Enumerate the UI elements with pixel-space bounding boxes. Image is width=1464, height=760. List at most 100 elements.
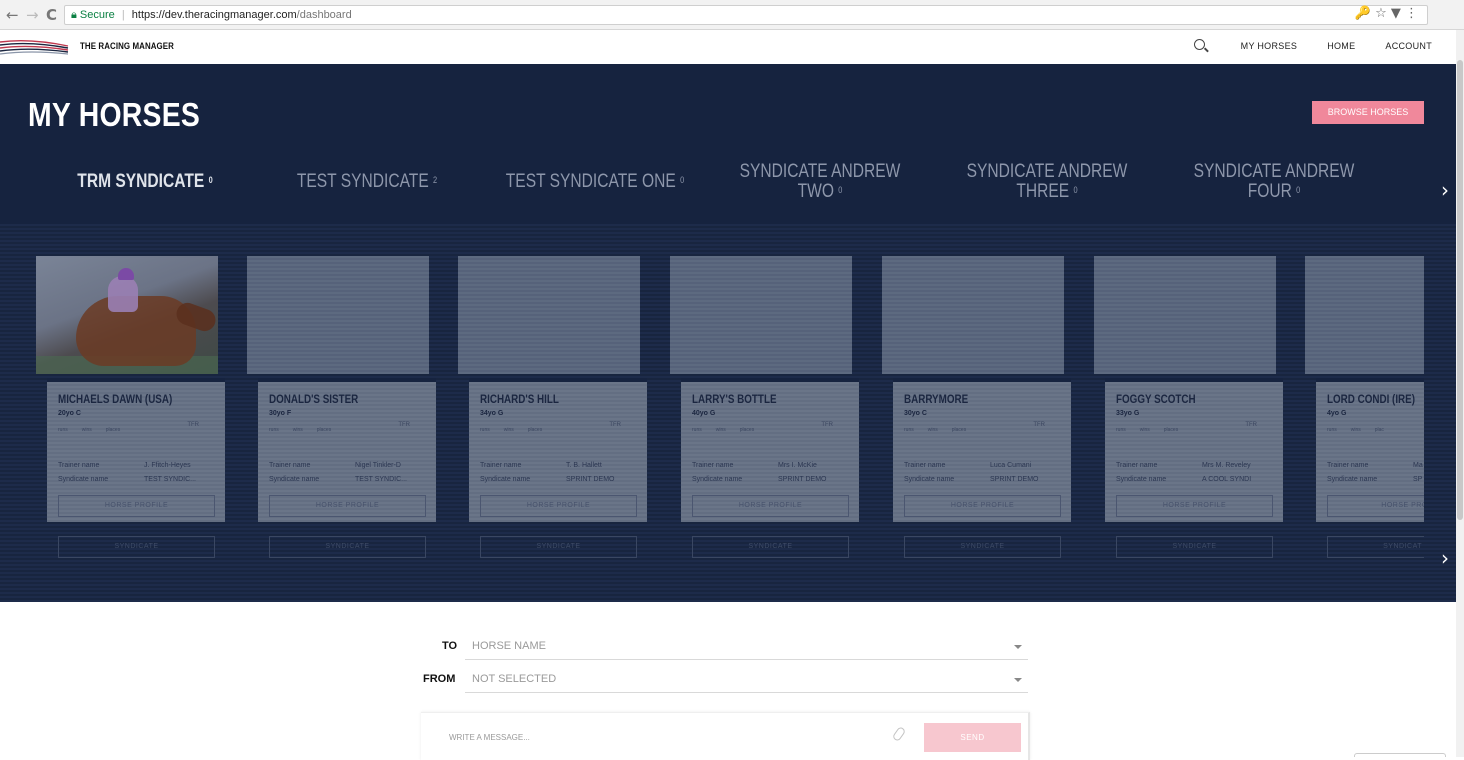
lock-icon: 🔒︎ [71, 9, 77, 21]
horse-tfr: TFR [821, 422, 833, 428]
tab-count: 0 [1296, 185, 1301, 195]
tab-count: 0 [208, 175, 213, 185]
horse-stats: runs wins places [269, 427, 332, 433]
horse-photo-placeholder[interactable] [882, 256, 1064, 374]
tabs-next-chevron-icon[interactable]: › [1441, 178, 1449, 202]
horse-card: BARRYMORE 30yo C runs wins places TFR Trai… [893, 378, 1071, 522]
trainer-row: Trainer name Luca Cumani [904, 462, 1032, 469]
tab-syndicate-andrew-four[interactable]: SYNDICATE ANDREW FOUR 0 [1188, 162, 1360, 202]
syndicate-tabs: TRM SYNDICATE 0 TEST SYNDICATE 2 TEST SY… [0, 160, 1449, 220]
page-title: MY HORSES [28, 96, 201, 133]
horse-age: 30yo C [904, 410, 927, 417]
tab-count: 2 [433, 175, 438, 185]
horse-name[interactable]: DONALD'S SISTER [269, 392, 358, 406]
horse-profile-button[interactable]: HORSE PROFILE [58, 495, 215, 517]
horse-age: 34yo G [480, 410, 504, 417]
nav-home[interactable]: HOME [1327, 41, 1355, 51]
site-logo-text[interactable]: THE RACING MANAGER [80, 41, 174, 51]
horse-name[interactable]: LORD CONDI (IRE) [1327, 392, 1415, 406]
horse-stats: runs wins places [58, 427, 121, 433]
nav-my-horses[interactable]: MY HORSES [1241, 41, 1298, 51]
nav-account[interactable]: ACCOUNT [1385, 41, 1432, 51]
tab-count: 0 [680, 175, 685, 185]
syndicate-button[interactable]: SYNDICATE [1116, 536, 1273, 558]
address-bar[interactable]: 🔒︎ Secure | https://dev.theracingmanager… [64, 5, 1428, 25]
tab-count: 0 [1073, 185, 1078, 195]
horse-photo-placeholder[interactable] [670, 256, 852, 374]
tab-syndicate-andrew-two[interactable]: SYNDICATE ANDREW TWO 0 [734, 162, 906, 202]
horse-photo[interactable] [36, 256, 218, 374]
tab-label: TRM SYNDICATE [77, 171, 205, 192]
horse-stats: runs wins places [692, 427, 755, 433]
tab-label-line1: SYNDICATE ANDREW [966, 161, 1128, 182]
tab-count: 0 [838, 185, 843, 195]
tab-label-line2: THREE [1016, 181, 1070, 202]
horse-name[interactable]: BARRYMORE [904, 392, 968, 406]
horse-profile-button[interactable]: HORSE PROFI [1327, 495, 1424, 517]
send-button[interactable]: SEND [924, 723, 1021, 752]
horse-name[interactable]: MICHAELS DAWN (USA) [58, 392, 172, 406]
syndicate-button[interactable]: SYNDICATE [692, 536, 849, 558]
logo-stripes-icon [0, 39, 69, 55]
horse-photo-placeholder[interactable] [1305, 256, 1424, 374]
horse-profile-button[interactable]: HORSE PROFILE [904, 495, 1061, 517]
from-select[interactable]: NOT SELECTED [465, 665, 1028, 693]
horse-photo-placeholder[interactable] [247, 256, 429, 374]
reload-button[interactable]: C [46, 6, 57, 24]
horse-profile-button[interactable]: HORSE PROFILE [480, 495, 637, 517]
horse-age: 30yo F [269, 410, 292, 417]
attachment-icon[interactable] [891, 725, 907, 743]
trainer-row: Trainer name Mrs I. McKie [692, 462, 817, 469]
syndicate-row: Syndicate name A COOL SYNDI [1116, 476, 1252, 483]
tab-label-line2: TWO [797, 181, 834, 202]
horse-card: DONALD'S SISTER 30yo F runs wins places TF… [258, 378, 436, 522]
tab-test-syndicate[interactable]: TEST SYNDICATE 2 [281, 172, 453, 192]
browse-horses-button[interactable]: BROWSE HORSES [1312, 101, 1424, 124]
syndicate-button[interactable]: SYNDICATE [269, 536, 426, 558]
horse-stats: runs wins places [480, 427, 543, 433]
trainer-row: Trainer name T. B. Hallett [480, 462, 602, 469]
horse-photo-placeholder[interactable] [1094, 256, 1276, 374]
horse-tfr: TFR [609, 422, 621, 428]
horse-photo-placeholder[interactable] [458, 256, 640, 374]
trainer-row: Trainer name Nigel Tinkler-D [269, 462, 401, 469]
to-select[interactable]: HORSE NAME [465, 632, 1028, 660]
search-icon[interactable] [1193, 39, 1205, 50]
forward-button[interactable]: → [26, 6, 39, 24]
tab-label-line1: SYNDICATE ANDREW [739, 161, 901, 182]
address-separator: | [121, 9, 125, 21]
syndicate-row: Syndicate name SPRINT DEMO [692, 476, 827, 483]
horse-card: RICHARD'S HILL 34yo G runs wins places TFR… [469, 378, 647, 522]
horse-stats: runs wins places [1116, 427, 1179, 433]
horse-age: 40yo G [692, 410, 716, 417]
syndicate-button[interactable]: SYNDICAT [1327, 536, 1424, 558]
page-scrollbar[interactable] [1456, 30, 1464, 757]
tab-test-syndicate-one[interactable]: TEST SYNDICATE ONE 0 [501, 172, 690, 192]
horse-name[interactable]: RICHARD'S HILL [480, 392, 559, 406]
tab-label: TEST SYNDICATE [296, 171, 429, 192]
cards-next-chevron-icon[interactable]: › [1441, 546, 1449, 570]
tab-syndicate-andrew-three[interactable]: SYNDICATE ANDREW THREE 0 [961, 162, 1133, 202]
syndicate-row: Syndicate name SPRINT DEMO [480, 476, 615, 483]
syndicate-button[interactable]: SYNDICATE [58, 536, 215, 558]
scrollbar-thumb[interactable] [1457, 60, 1463, 520]
syndicate-button[interactable]: SYNDICATE [904, 536, 1061, 558]
horse-age: 20yo C [58, 410, 81, 417]
back-button[interactable]: ← [6, 6, 19, 24]
horse-profile-button[interactable]: HORSE PROFILE [692, 495, 849, 517]
horse-age: 4yo G [1327, 410, 1347, 417]
my-horses-panel: MY HORSES BROWSE HORSES TRM SYNDICATE 0 … [0, 64, 1456, 602]
horse-name[interactable]: FOGGY SCOTCH [1116, 392, 1196, 406]
browser-extension-icons[interactable]: 🔑 ☆ ▼ ⋮ [1355, 6, 1418, 21]
horse-profile-button[interactable]: HORSE PROFILE [1116, 495, 1273, 517]
horse-profile-button[interactable]: HORSE PROFILE [269, 495, 426, 517]
horse-name[interactable]: LARRY'S BOTTLE [692, 392, 777, 406]
syndicate-button[interactable]: SYNDICATE [480, 536, 637, 558]
chat-widget-tab[interactable] [1354, 753, 1446, 757]
url-path: /dashboard [296, 9, 352, 21]
horse-tfr: TFR [398, 422, 410, 428]
tab-trm-syndicate[interactable]: TRM SYNDICATE 0 [59, 172, 231, 192]
trainer-row: Trainer name Mrs M. Reveley [1116, 462, 1251, 469]
message-input[interactable]: WRITE A MESSAGE... [449, 733, 530, 742]
trainer-row: Trainer name Ma [1327, 462, 1423, 469]
